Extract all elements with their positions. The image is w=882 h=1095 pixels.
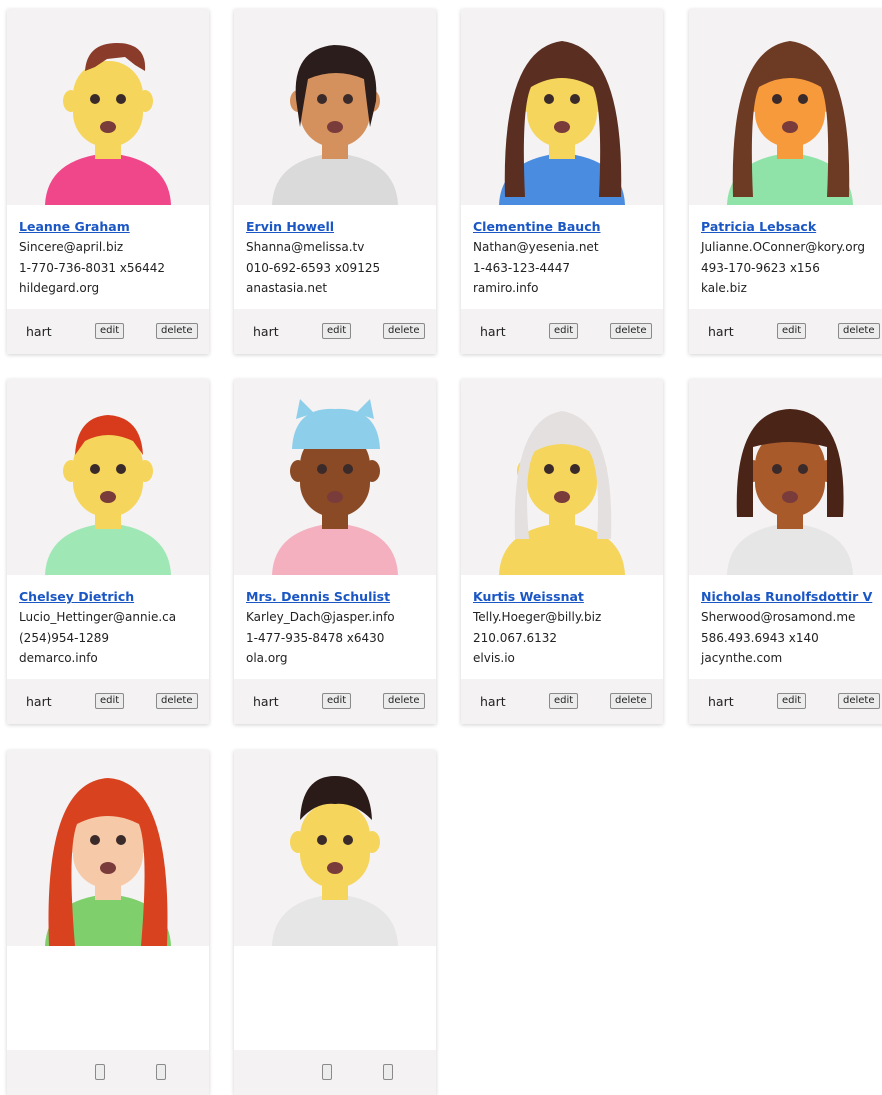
avatar [689,379,882,575]
card-actions: hart edit delete [234,309,436,354]
user-card: Nicholas Runolfsdottir V Sherwood@rosamon… [689,379,882,724]
user-email: Shanna@melissa.tv [246,240,365,254]
edit-button[interactable] [322,1064,332,1080]
user-phone: 1-477-935-8478 x6430 [246,630,385,645]
user-email: Telly.Hoeger@billy.biz [473,610,602,624]
hart-label: hart [253,324,279,339]
user-card: Ervin Howell Shanna@melissa.tv 010-692-659… [234,9,436,354]
user-info: Ervin Howell Shanna@melissa.tv 010-692-659… [246,217,432,299]
user-card: Mrs. Dennis Schulist Karley_Dach@jasper.i… [234,379,436,724]
hart-label: hart [708,694,734,709]
user-name-link[interactable]: Patricia Lebsack [701,217,882,237]
user-website: elvis.io [473,651,515,665]
edit-button[interactable]: edit [322,323,352,339]
user-name-link[interactable]: Leanne Graham [19,217,205,237]
hart-label: hart [26,694,52,709]
avatar [461,379,663,575]
user-website: ola.org [246,651,288,665]
card-actions: hart edit delete [7,679,209,724]
user-name-link[interactable]: Kurtis Weissnat [473,587,659,607]
user-phone: 1-770-736-8031 x56442 [19,260,166,275]
user-email: Sherwood@rosamond.me [701,610,856,624]
user-name-link[interactable]: Nicholas Runolfsdottir V [701,587,882,607]
user-website: ramiro.info [473,281,539,295]
edit-button[interactable]: edit [777,693,807,709]
hart-label: hart [708,324,734,339]
user-info: Patricia Lebsack Julianne.OConner@kory.or… [701,217,882,299]
card-actions: hart edit delete [461,679,663,724]
edit-button[interactable]: edit [549,323,579,339]
user-info: Kurtis Weissnat Telly.Hoeger@billy.biz 210… [473,587,659,669]
card-actions [7,1050,209,1095]
delete-button[interactable]: delete [610,693,652,709]
user-website: hildegard.org [19,281,100,295]
user-email: Sincere@april.biz [19,240,124,254]
user-phone: 586.493.6943 x140 [701,630,819,645]
user-phone: 493-170-9623 x156 [701,260,820,275]
user-card: Chelsey Dietrich Lucio_Hettinger@annie.ca… [7,379,209,724]
edit-button[interactable]: edit [777,323,807,339]
avatar [234,9,436,205]
delete-button[interactable] [156,1064,166,1080]
card-actions: hart edit delete [689,309,882,354]
hart-label: hart [480,324,506,339]
user-name-link[interactable]: Ervin Howell [246,217,432,237]
card-actions: hart edit delete [7,309,209,354]
user-phone: 210.067.6132 [473,630,557,645]
edit-button[interactable]: edit [322,693,352,709]
delete-button[interactable]: delete [383,693,425,709]
delete-button[interactable]: delete [156,323,198,339]
delete-button[interactable] [383,1064,393,1080]
user-card: Leanne Graham Sincere@april.biz 1-770-736-… [7,9,209,354]
user-phone: 1-463-123-4447 [473,260,570,275]
delete-button[interactable]: delete [838,693,880,709]
card-actions: hart edit delete [461,309,663,354]
hart-label: hart [480,694,506,709]
user-email: Karley_Dach@jasper.info [246,610,395,624]
user-phone: 010-692-6593 x09125 [246,260,381,275]
avatar [7,9,209,205]
user-email: Julianne.OConner@kory.org [701,240,865,254]
user-card [234,750,436,1095]
edit-button[interactable] [95,1064,105,1080]
user-website: demarco.info [19,651,98,665]
avatar [7,750,209,946]
avatar [461,9,663,205]
user-website: kale.biz [701,281,747,295]
user-card [7,750,209,1095]
avatar [7,379,209,575]
user-name-link[interactable]: Clementine Bauch [473,217,659,237]
user-name-link[interactable]: Mrs. Dennis Schulist [246,587,432,607]
user-name-link[interactable]: Chelsey Dietrich [19,587,205,607]
edit-button[interactable]: edit [549,693,579,709]
user-info: Nicholas Runolfsdottir V Sherwood@rosamon… [701,587,882,669]
card-actions: hart edit delete [234,679,436,724]
user-card: Patricia Lebsack Julianne.OConner@kory.or… [689,9,882,354]
delete-button[interactable]: delete [383,323,425,339]
user-email: Nathan@yesenia.net [473,240,599,254]
hart-label: hart [26,324,52,339]
user-info: Clementine Bauch Nathan@yesenia.net 1-463-… [473,217,659,299]
delete-button[interactable]: delete [156,693,198,709]
edit-button[interactable]: edit [95,323,125,339]
user-info: Mrs. Dennis Schulist Karley_Dach@jasper.i… [246,587,432,669]
user-phone: (254)954-1289 [19,630,110,645]
user-card: Clementine Bauch Nathan@yesenia.net 1-463-… [461,9,663,354]
avatar [234,379,436,575]
user-website: jacynthe.com [701,651,783,665]
user-card: Kurtis Weissnat Telly.Hoeger@billy.biz 210… [461,379,663,724]
card-actions [234,1050,436,1095]
avatar [234,750,436,946]
card-actions: hart edit delete [689,679,882,724]
delete-button[interactable]: delete [838,323,880,339]
user-website: anastasia.net [246,281,328,295]
hart-label: hart [253,694,279,709]
avatar [689,9,882,205]
user-info: Chelsey Dietrich Lucio_Hettinger@annie.ca… [19,587,205,669]
edit-button[interactable]: edit [95,693,125,709]
user-info: Leanne Graham Sincere@april.biz 1-770-736-… [19,217,205,299]
user-email: Lucio_Hettinger@annie.ca [19,610,177,624]
delete-button[interactable]: delete [610,323,652,339]
